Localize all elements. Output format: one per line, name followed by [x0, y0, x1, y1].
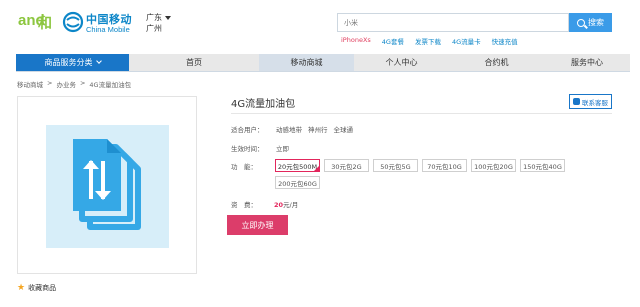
china-mobile-logo-icon — [62, 11, 84, 33]
price: 20元/月 — [274, 199, 298, 209]
chevron-down-icon — [165, 15, 171, 20]
search-input[interactable] — [338, 14, 568, 31]
search-icon — [577, 18, 585, 27]
user-type: 动感地带 — [276, 126, 302, 134]
package-option[interactable]: 100元包20G — [471, 159, 516, 172]
breadcrumb-current: 4G流量加油包 — [89, 81, 132, 89]
breadcrumb-separator: > — [47, 79, 53, 87]
nav-item-home[interactable]: 首页 — [129, 54, 259, 71]
hotword-link[interactable]: 发票下载 — [415, 36, 441, 46]
package-option[interactable]: 150元包40G — [520, 159, 565, 172]
product-image-frame — [17, 96, 197, 274]
function-label: 功 能： — [231, 163, 257, 171]
star-icon: ★ — [17, 283, 26, 293]
price-label: 资 费： — [231, 201, 257, 209]
search-box — [337, 13, 569, 32]
price-value: 20 — [274, 201, 284, 209]
user-type: 全球通 — [333, 126, 354, 134]
search-button[interactable]: 搜索 — [569, 13, 612, 32]
hotword-link[interactable]: 4G流量卡 — [452, 36, 481, 46]
product-image — [46, 125, 169, 248]
title-divider — [231, 113, 612, 114]
package-option-selected[interactable]: 20元包500M — [275, 159, 320, 172]
nav-category-menu[interactable]: 商品服务分类 — [16, 54, 129, 71]
users-label: 适合用户： — [231, 126, 264, 134]
search-button-label: 搜索 — [588, 18, 604, 27]
and-logo[interactable]: and 和 — [18, 10, 54, 32]
nav-item-mall[interactable]: 移动商城 — [259, 54, 354, 71]
main-nav: 商品服务分类 首页 移动商城 个人中心 合约机 服务中心 — [16, 54, 630, 71]
nav-item-service-center[interactable]: 服务中心 — [544, 54, 630, 71]
favorite-button[interactable]: ★ 收藏商品 — [17, 283, 56, 293]
contact-service-button[interactable]: 联系客服 — [569, 94, 612, 109]
and-logo-text: 和 — [38, 16, 52, 32]
favorite-label: 收藏商品 — [28, 284, 57, 292]
breadcrumb: 移动商城 > 办业务 > 4G流量加油包 — [17, 79, 131, 89]
china-mobile-logo-en: China Mobile — [86, 25, 130, 34]
effective-label: 生效时间： — [231, 145, 264, 153]
product-title: 4G流量加油包 — [231, 99, 296, 110]
hotword-link[interactable]: 快速充值 — [492, 36, 518, 46]
hotword-link[interactable]: 4G套餐 — [382, 36, 404, 46]
package-option[interactable]: 70元包10G — [422, 159, 467, 172]
header: and 和 中国移动 China Mobile 广东 广州 搜索 iPhoneX… — [0, 0, 640, 50]
contact-service-label: 联系客服 — [582, 98, 608, 107]
hotword-link[interactable]: iPhoneXs — [341, 36, 371, 46]
users-list: 动感地带 神州行 全球通 — [276, 124, 353, 134]
package-option[interactable]: 200元包60G — [275, 176, 320, 189]
nav-category-label: 商品服务分类 — [44, 58, 93, 67]
region-selector[interactable]: 广东 广州 — [146, 12, 171, 34]
hot-search-words: iPhoneXs 4G套餐 发票下载 4G流量卡 快速充值 — [341, 36, 518, 46]
breadcrumb-link[interactable]: 办业务 — [56, 79, 76, 89]
package-option[interactable]: 50元包5G — [373, 159, 418, 172]
price-unit: 元/月 — [283, 201, 299, 209]
effective-value: 立即 — [276, 145, 289, 153]
package-option[interactable]: 30元包2G — [324, 159, 369, 172]
breadcrumb-link[interactable]: 移动商城 — [17, 79, 43, 89]
china-mobile-logo[interactable]: 中国移动 China Mobile — [62, 10, 142, 36]
city-label: 广州 — [146, 24, 162, 33]
nav-item-personal-center[interactable]: 个人中心 — [354, 54, 449, 71]
customer-service-icon — [573, 98, 580, 105]
user-type: 神州行 — [308, 126, 328, 134]
nav-item-contract-phone[interactable]: 合约机 — [449, 54, 544, 71]
breadcrumb-separator: > — [79, 79, 86, 87]
buy-now-button[interactable]: 立即办理 — [227, 215, 288, 235]
province-label: 广东 — [146, 13, 162, 22]
data-transfer-icon — [73, 139, 141, 230]
province-select[interactable]: 广东 — [146, 12, 171, 23]
nav-divider — [16, 71, 630, 72]
chevron-down-icon — [95, 58, 102, 64]
